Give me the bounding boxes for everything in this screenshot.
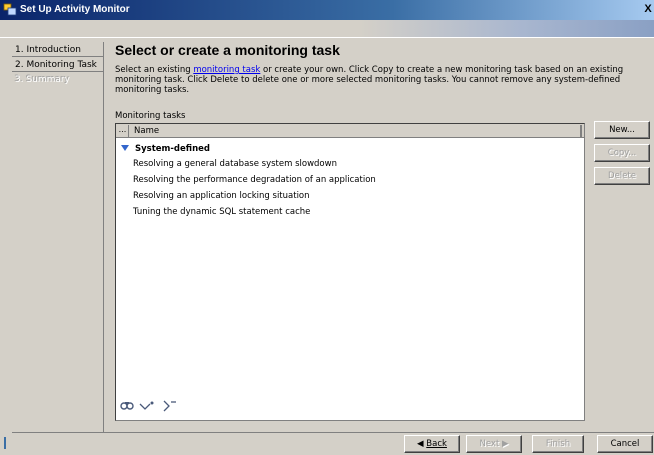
nav-item-monitoring-task[interactable]: 2. Monitoring Task	[15, 60, 97, 70]
copy-button-label: Copy...	[607, 148, 637, 158]
footer-divider	[12, 432, 654, 433]
new-button[interactable]: New...	[594, 121, 650, 139]
title-bar: Set Up Activity Monitor X	[0, 0, 654, 20]
finish-button: Finish	[532, 435, 584, 453]
app-icon	[3, 3, 17, 16]
window-title: Set Up Activity Monitor	[20, 4, 130, 15]
column-resize-handle[interactable]	[580, 125, 582, 137]
table-header: ... Name	[116, 124, 584, 138]
close-icon[interactable]: X	[643, 3, 653, 16]
table-row[interactable]: Resolving an application locking situati…	[133, 191, 310, 201]
find-icon[interactable]	[119, 400, 135, 416]
description-text: Select an existing	[115, 65, 194, 75]
back-arrow-icon: ◀	[417, 439, 424, 449]
next-button: Next ▶	[466, 435, 522, 453]
new-button-label: New...	[609, 125, 635, 135]
nav-item-summary: 3. Summary	[15, 75, 70, 85]
copy-button: Copy...	[594, 144, 650, 162]
monitoring-tasks-table[interactable]: ... Name System-defined Resolving a gene…	[115, 123, 585, 421]
expand-all-icon[interactable]	[139, 400, 155, 416]
table-row[interactable]: Resolving the performance degradation of…	[133, 175, 376, 185]
group-row-system-defined[interactable]: System-defined	[121, 144, 210, 154]
back-button[interactable]: ◀ Back	[404, 435, 460, 453]
monitoring-task-link[interactable]: monitoring task	[193, 65, 260, 75]
group-label: System-defined	[135, 144, 210, 154]
column-chooser-button[interactable]: ...	[117, 125, 129, 137]
finish-button-label: Finish	[545, 439, 571, 449]
back-button-label: Back	[426, 439, 447, 449]
nav-item-introduction[interactable]: 1. Introduction	[15, 45, 81, 55]
page-title: Select or create a monitoring task	[115, 42, 340, 58]
collapse-all-icon[interactable]	[161, 400, 177, 416]
column-header-name[interactable]: Name	[134, 126, 159, 136]
table-row[interactable]: Tuning the dynamic SQL statement cache	[133, 207, 310, 217]
header-strip	[0, 20, 654, 38]
window-edge-marker	[4, 437, 6, 449]
nav-divider	[12, 71, 104, 72]
table-row[interactable]: Resolving a general database system slow…	[133, 159, 337, 169]
cancel-button[interactable]: Cancel	[597, 435, 653, 453]
next-arrow-icon: ▶	[501, 439, 509, 449]
next-button-label: Next	[479, 439, 500, 449]
monitoring-tasks-label: Monitoring tasks	[115, 111, 186, 121]
page-description: Select an existing monitoring task or cr…	[115, 65, 645, 95]
delete-button-label: Delete	[608, 171, 636, 181]
delete-button: Delete	[594, 167, 650, 185]
wizard-step-nav: 1. Introduction 2. Monitoring Task 3. Su…	[12, 42, 104, 432]
nav-divider	[12, 56, 104, 57]
expand-triangle-icon[interactable]	[121, 145, 129, 151]
cancel-button-label: Cancel	[610, 439, 640, 449]
